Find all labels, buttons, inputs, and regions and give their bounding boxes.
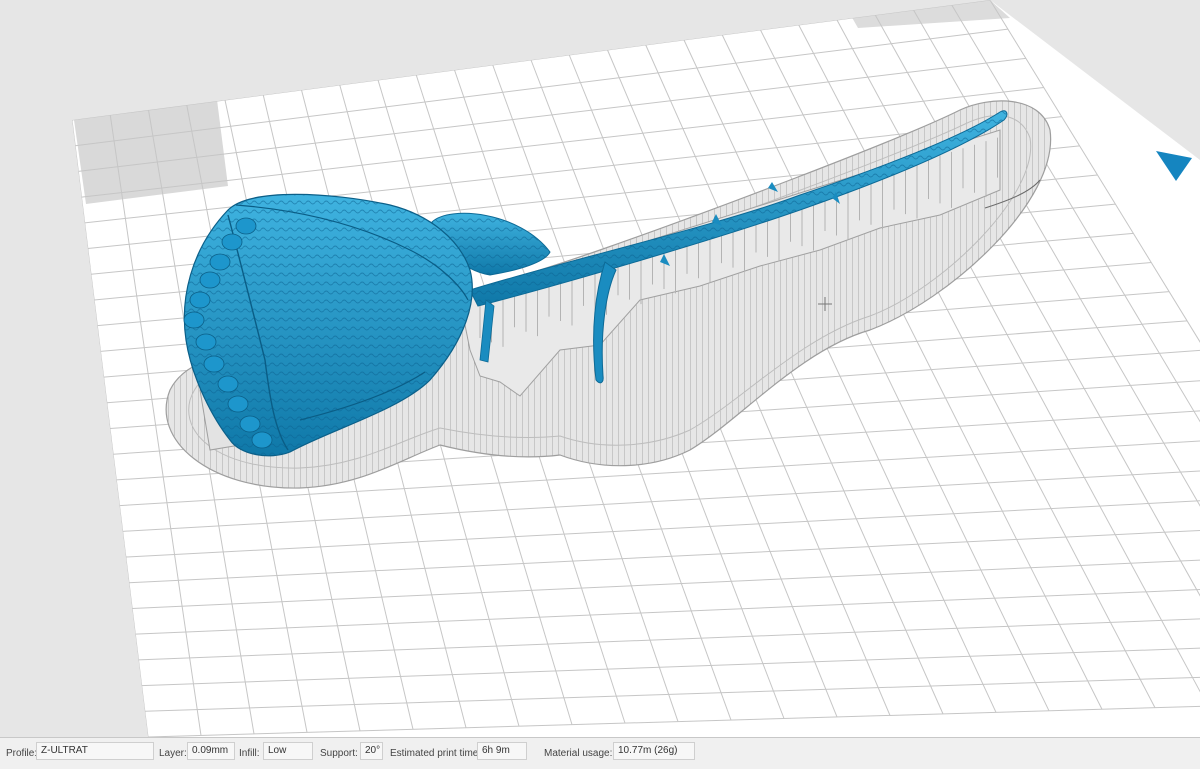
3d-viewport[interactable] [0,0,1200,737]
layer-label: Layer: [159,748,187,759]
layer-field[interactable]: 0.09mm [187,742,235,760]
infill-label: Infill: [239,748,260,759]
profile-label: Profile: [6,748,38,759]
status-bar: Profile: Z-ULTRAT Layer: 0.09mm Infill: … [0,737,1200,769]
print-time-field: 6h 9m [477,742,527,760]
support-field[interactable]: 20° [360,742,383,760]
profile-field[interactable]: Z-ULTRAT [36,742,154,760]
support-label: Support: [320,748,358,759]
infill-field[interactable]: Low [263,742,313,760]
material-usage-field: 10.77m (26g) [613,742,695,760]
material-usage-label: Material usage: [544,748,613,759]
print-time-label: Estimated print time: [390,748,482,759]
